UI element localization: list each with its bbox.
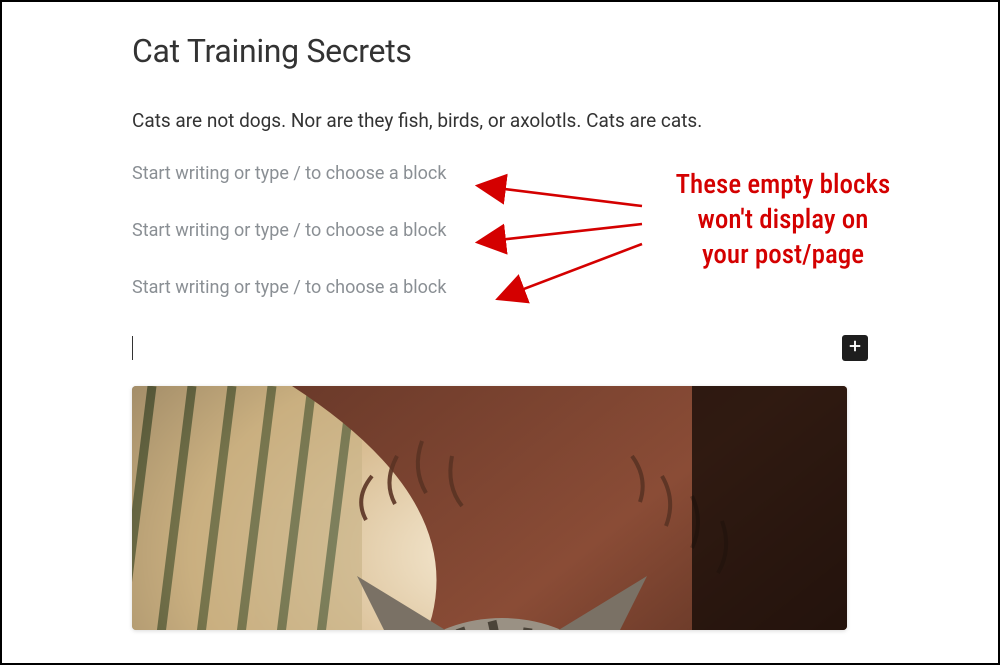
image-block[interactable] [132,386,847,630]
new-block-row[interactable] [132,334,868,362]
annotation-line: your post/page [702,238,864,270]
annotation-line: These empty blocks [676,168,891,200]
editor-canvas: Cat Training Secrets Cats are not dogs. … [2,2,998,630]
text-cursor [132,336,133,360]
empty-block-placeholder[interactable]: Start writing or type / to choose a bloc… [132,277,868,298]
annotation-label: These empty blocks won't display on your… [638,167,928,272]
add-block-button[interactable] [842,335,868,361]
post-title[interactable]: Cat Training Secrets [132,32,868,70]
annotation-line: won't display on [698,203,869,235]
plus-icon [846,337,864,358]
paragraph-block[interactable]: Cats are not dogs. Nor are they fish, bi… [132,108,868,135]
